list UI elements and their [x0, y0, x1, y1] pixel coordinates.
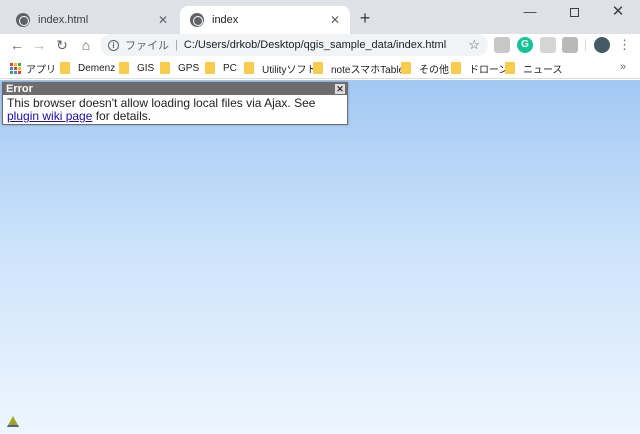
error-dialog-header: Error ✕: [3, 83, 347, 95]
scheme-label: ファイル: [125, 40, 169, 52]
bookmark-demenz[interactable]: Demenz: [60, 60, 115, 76]
close-tab-icon[interactable]: ✕: [328, 13, 342, 27]
maximize-icon: [569, 8, 579, 18]
tab-index-html[interactable]: index.html ✕: [6, 6, 178, 34]
camera-extension-icon[interactable]: [562, 37, 578, 53]
qgis-logo-icon: [7, 416, 19, 427]
close-window-button[interactable]: ✕: [596, 0, 640, 26]
bookmark-label: Demenz: [78, 62, 116, 74]
error-dialog-title: Error: [6, 83, 33, 95]
info-icon[interactable]: i: [108, 39, 119, 51]
grammarly-extension-icon[interactable]: G: [517, 37, 533, 53]
globe-icon: [190, 13, 204, 27]
tab-title: index: [212, 14, 239, 26]
home-button[interactable]: ⌂: [77, 36, 95, 54]
bookmark-pc[interactable]: PC: [205, 60, 237, 76]
folder-icon: [401, 62, 411, 74]
error-message: This browser doesn't allow loading local…: [3, 95, 347, 125]
folder-icon: [451, 62, 461, 74]
bookmarks-overflow-button[interactable]: »: [620, 61, 626, 73]
bookmark-label: GIS: [137, 62, 155, 74]
folder-icon: [160, 62, 170, 74]
extension-icon[interactable]: [540, 37, 556, 53]
url-text[interactable]: C:/Users/drkob/Desktop/qgis_sample_data/…: [184, 39, 446, 51]
close-icon[interactable]: ✕: [335, 84, 345, 94]
tab-title: index.html: [38, 14, 89, 26]
bookmark-utility[interactable]: Utilityソフト: [244, 60, 316, 76]
bookmark-apps[interactable]: アプリ: [10, 60, 56, 76]
toolbar: ← → ↻ ⌂ i ファイル | C:/Users/drkob/Desktop/…: [0, 34, 640, 56]
close-tab-icon[interactable]: ✕: [156, 13, 170, 27]
menu-kebab-icon[interactable]: ⋮: [618, 36, 631, 54]
tab-strip: index.html ✕ index ✕ + — ✕: [0, 0, 640, 34]
bookmark-gis[interactable]: GIS: [119, 60, 154, 76]
maximize-button[interactable]: [552, 0, 596, 26]
bookmark-other[interactable]: その他: [401, 60, 449, 76]
bookmark-note-tablet[interactable]: noteスマホTablet: [313, 60, 407, 76]
bookmarks-bar: アプリ Demenz GIS GPS PC Utilityソフト noteスマホ…: [0, 57, 640, 79]
error-dialog: Error ✕ This browser doesn't allow loadi…: [2, 82, 348, 125]
bookmark-label: ニュース: [523, 64, 563, 76]
error-message-text: This browser doesn't allow loading local…: [7, 96, 316, 110]
omnibox-divider: |: [175, 39, 178, 51]
bookmark-label: ドローン: [469, 64, 509, 76]
toolbar-divider: [585, 39, 586, 51]
apps-icon: [10, 62, 21, 74]
page-content: Error ✕ This browser doesn't allow loadi…: [0, 80, 640, 434]
bookmark-news[interactable]: ニュース: [505, 60, 563, 76]
folder-icon: [313, 62, 323, 74]
bookmark-label: Utilityソフト: [262, 64, 317, 76]
back-button[interactable]: ←: [8, 36, 26, 54]
forward-button[interactable]: →: [30, 36, 48, 54]
bookmark-label: PC: [223, 62, 237, 74]
profile-avatar[interactable]: [594, 37, 610, 53]
bookmark-drone[interactable]: ドローン: [451, 60, 509, 76]
reload-button[interactable]: ↻: [53, 36, 71, 54]
pdf-extension-icon[interactable]: [494, 37, 510, 53]
folder-icon: [60, 62, 70, 74]
bookmark-label: noteスマホTablet: [331, 64, 407, 76]
folder-icon: [205, 62, 215, 74]
globe-icon: [16, 13, 30, 27]
tab-index[interactable]: index ✕: [180, 6, 350, 34]
bookmark-label: アプリ: [26, 64, 56, 76]
folder-icon: [244, 62, 254, 74]
minimize-button[interactable]: —: [508, 0, 552, 26]
bookmark-label: その他: [419, 64, 449, 76]
error-message-suffix: for details.: [92, 109, 152, 123]
folder-icon: [505, 62, 515, 74]
bookmark-label: GPS: [178, 62, 200, 74]
address-bar[interactable]: i ファイル | C:/Users/drkob/Desktop/qgis_sam…: [100, 34, 488, 56]
star-icon[interactable]: ☆: [468, 37, 480, 53]
folder-icon: [119, 62, 129, 74]
new-tab-button[interactable]: +: [355, 8, 375, 28]
plugin-wiki-link[interactable]: plugin wiki page: [7, 109, 92, 123]
bookmark-gps[interactable]: GPS: [160, 60, 199, 76]
